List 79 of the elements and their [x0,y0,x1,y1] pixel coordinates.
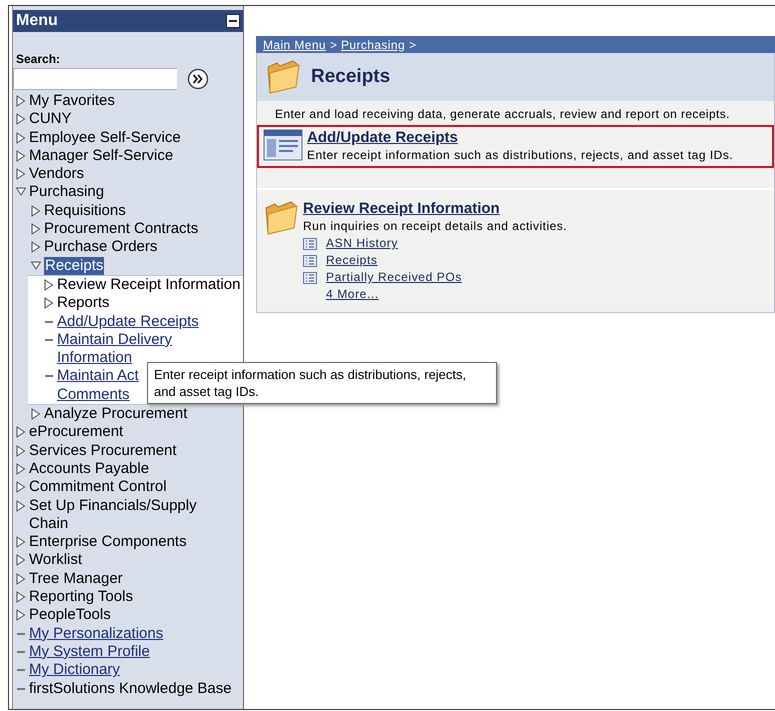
collapsed-arrow-icon[interactable] [16,113,26,126]
collapsed-arrow-icon[interactable] [16,95,26,107]
search-label: Search: [16,52,62,66]
collapsed-arrow-icon[interactable] [16,500,26,512]
menu-link[interactable]: Add/Update Receipts [57,312,199,331]
menu-folder[interactable]: Purchasing [29,183,104,202]
breadcrumb-link[interactable]: Main Menu [263,38,326,52]
collapsed-arrow-icon[interactable] [31,223,41,236]
menu-folder[interactable]: Set Up Financials/Supply Chain [29,496,229,534]
menu-folder[interactable]: Commitment Control [29,478,167,497]
menu-folder[interactable]: Enterprise Components [29,533,187,552]
search-field[interactable] [13,68,177,90]
menu-link[interactable]: My System Profile [29,642,150,662]
collapsed-arrow-icon[interactable] [16,536,26,548]
menu-link[interactable]: firstSolutions Knowledge Base [29,680,232,698]
section-link[interactable]: Add/Update Receipts [307,129,458,146]
window-icon [263,129,303,161]
menu-link[interactable]: My Personalizations [29,624,164,643]
menu-folder[interactable]: My Favorites [29,92,115,110]
menu-folder[interactable]: Receipts [44,256,104,275]
component-link[interactable]: Partially Received POs [326,269,462,286]
collapsed-arrow-icon[interactable] [16,572,26,585]
search-go-icon[interactable] [187,68,209,90]
section-description: Run inquiries on receipt details and activities. [303,219,568,233]
menu-folder[interactable]: Purchase Orders [44,238,158,257]
collapsed-arrow-icon[interactable] [16,554,26,566]
menu-folder[interactable]: Worklist [29,551,82,570]
component-link[interactable]: Receipts [326,252,378,269]
menu-folder[interactable]: Accounts Payable [29,460,150,478]
collapsed-arrow-icon[interactable] [16,591,26,604]
collapsed-arrow-icon[interactable] [16,132,26,144]
menu-folder[interactable]: Procurement Contracts [44,220,198,238]
list-icon [303,238,317,250]
expanded-arrow-icon[interactable] [16,186,26,198]
collapsed-arrow-icon[interactable] [31,241,41,254]
breadcrumb-link[interactable]: Purchasing [340,38,406,52]
tooltip: Enter receipt information such as distributions, rejects, and asset tag IDs. [147,362,497,404]
menu-folder[interactable]: CUNY [29,110,72,129]
collapse-button[interactable] [226,14,240,28]
page-title: Receipts [311,66,390,88]
collapsed-arrow-icon[interactable] [44,278,54,291]
menu-folder[interactable]: eProcurement [29,423,124,442]
collapsed-arrow-icon[interactable] [16,462,26,475]
menu-folder[interactable]: PeopleTools [29,606,111,625]
menu-folder[interactable]: Tree Manager [29,570,123,588]
menu-folder[interactable]: Review Receipt Information [57,276,240,294]
menu-folder[interactable]: Employee Self-Service [29,128,181,147]
menu-folder[interactable]: Services Procurement [29,442,177,460]
menu-folder[interactable]: Reports [57,294,110,313]
collapsed-arrow-icon[interactable] [44,297,54,310]
menu-folder[interactable]: Vendors [29,165,84,184]
menu-folder[interactable]: Analyze Procurement [44,405,188,424]
menu-title: Menu [16,12,58,30]
collapsed-arrow-icon[interactable] [16,609,26,622]
section-description: Enter receipt information such as distributions, rejects, and asset tag IDs. [307,148,734,162]
folder-icon [263,200,299,236]
collapsed-arrow-icon[interactable] [16,481,26,494]
menu-folder[interactable]: Requisitions [44,202,126,220]
menu-folder[interactable]: Manager Self-Service [29,146,174,166]
collapsed-arrow-icon[interactable] [16,426,26,438]
collapsed-arrow-icon[interactable] [31,408,41,420]
folder-icon [265,59,301,95]
breadcrumb-separator: > [409,38,416,52]
page-description: Enter and load receiving data, generate accruals, review and report on receipts. [274,106,731,123]
menu-link[interactable]: Maintain Act [57,367,139,386]
collapsed-arrow-icon[interactable] [16,150,26,162]
list-icon [303,272,317,284]
menu-link[interactable]: My Dictionary [29,661,120,680]
menu-link[interactable]: Comments [57,386,130,404]
collapsed-arrow-icon[interactable] [16,444,26,457]
collapsed-arrow-icon[interactable] [16,168,26,180]
section-link[interactable]: Review Receipt Information [303,200,500,217]
collapsed-arrow-icon[interactable] [31,204,41,217]
breadcrumb-separator: > [330,38,337,52]
expanded-arrow-icon[interactable] [31,260,41,272]
list-icon [303,254,317,266]
more-link[interactable]: 4 More... [326,286,379,303]
component-link[interactable]: ASN History [326,235,398,252]
menu-folder[interactable]: Reporting Tools [29,588,133,606]
